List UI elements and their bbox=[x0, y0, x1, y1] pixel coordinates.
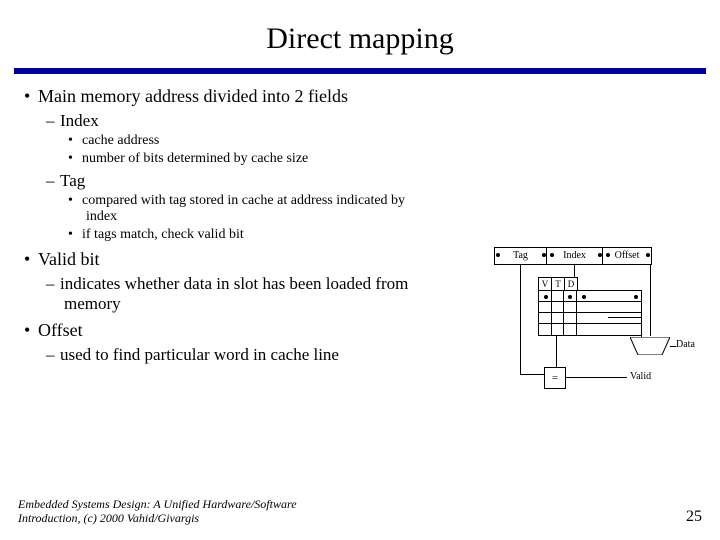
slide-title: Direct mapping bbox=[0, 0, 720, 64]
addr-tag: Tag bbox=[495, 248, 547, 264]
dot-icon bbox=[634, 295, 638, 299]
dot-icon bbox=[496, 253, 500, 257]
comparator-icon: = bbox=[544, 367, 566, 389]
footer-source: Embedded Systems Design: A Unified Hardw… bbox=[18, 498, 298, 526]
dot-icon bbox=[606, 253, 610, 257]
bullet-tag-match: if tags match, check valid bit bbox=[24, 227, 426, 243]
title-rule bbox=[14, 68, 706, 74]
col-t: T bbox=[552, 278, 565, 290]
addr-offset: Offset bbox=[603, 248, 651, 264]
bullet-index: Index bbox=[24, 111, 710, 131]
wire bbox=[650, 264, 651, 336]
cache-diagram: Tag Index Offset V T D bbox=[490, 247, 700, 422]
wire bbox=[520, 374, 544, 375]
col-v: V bbox=[539, 278, 552, 290]
page-number: 25 bbox=[686, 508, 702, 526]
dot-icon bbox=[568, 295, 572, 299]
valid-label: Valid bbox=[630, 371, 651, 382]
wire bbox=[574, 264, 575, 277]
bullet-tag-compared: compared with tag stored in cache at add… bbox=[24, 193, 426, 225]
slide: Direct mapping Main memory address divid… bbox=[0, 0, 720, 540]
mux-icon bbox=[630, 337, 670, 355]
dot-icon bbox=[544, 295, 548, 299]
dot-icon bbox=[598, 253, 602, 257]
dot-icon bbox=[646, 253, 650, 257]
col-d: D bbox=[565, 278, 577, 290]
wire bbox=[608, 317, 641, 318]
dot-icon bbox=[542, 253, 546, 257]
wire bbox=[520, 264, 521, 374]
wire bbox=[565, 377, 627, 378]
bullet-main-memory: Main memory address divided into 2 field… bbox=[24, 86, 710, 107]
address-fields: Tag Index Offset bbox=[494, 247, 652, 265]
cache-header: V T D bbox=[538, 277, 578, 291]
dot-icon bbox=[582, 295, 586, 299]
bullet-tag: Tag bbox=[24, 171, 710, 191]
bullet-validbit-desc: indicates whether data in slot has been … bbox=[24, 274, 444, 314]
data-label: Data bbox=[676, 339, 695, 350]
wire bbox=[556, 335, 557, 367]
bullet-index-bits: number of bits determined by cache size bbox=[24, 151, 710, 167]
wire bbox=[641, 317, 642, 337]
dot-icon bbox=[550, 253, 554, 257]
addr-index: Index bbox=[547, 248, 603, 264]
bullet-index-cacheaddr: cache address bbox=[24, 133, 710, 149]
footer: Embedded Systems Design: A Unified Hardw… bbox=[18, 498, 702, 526]
